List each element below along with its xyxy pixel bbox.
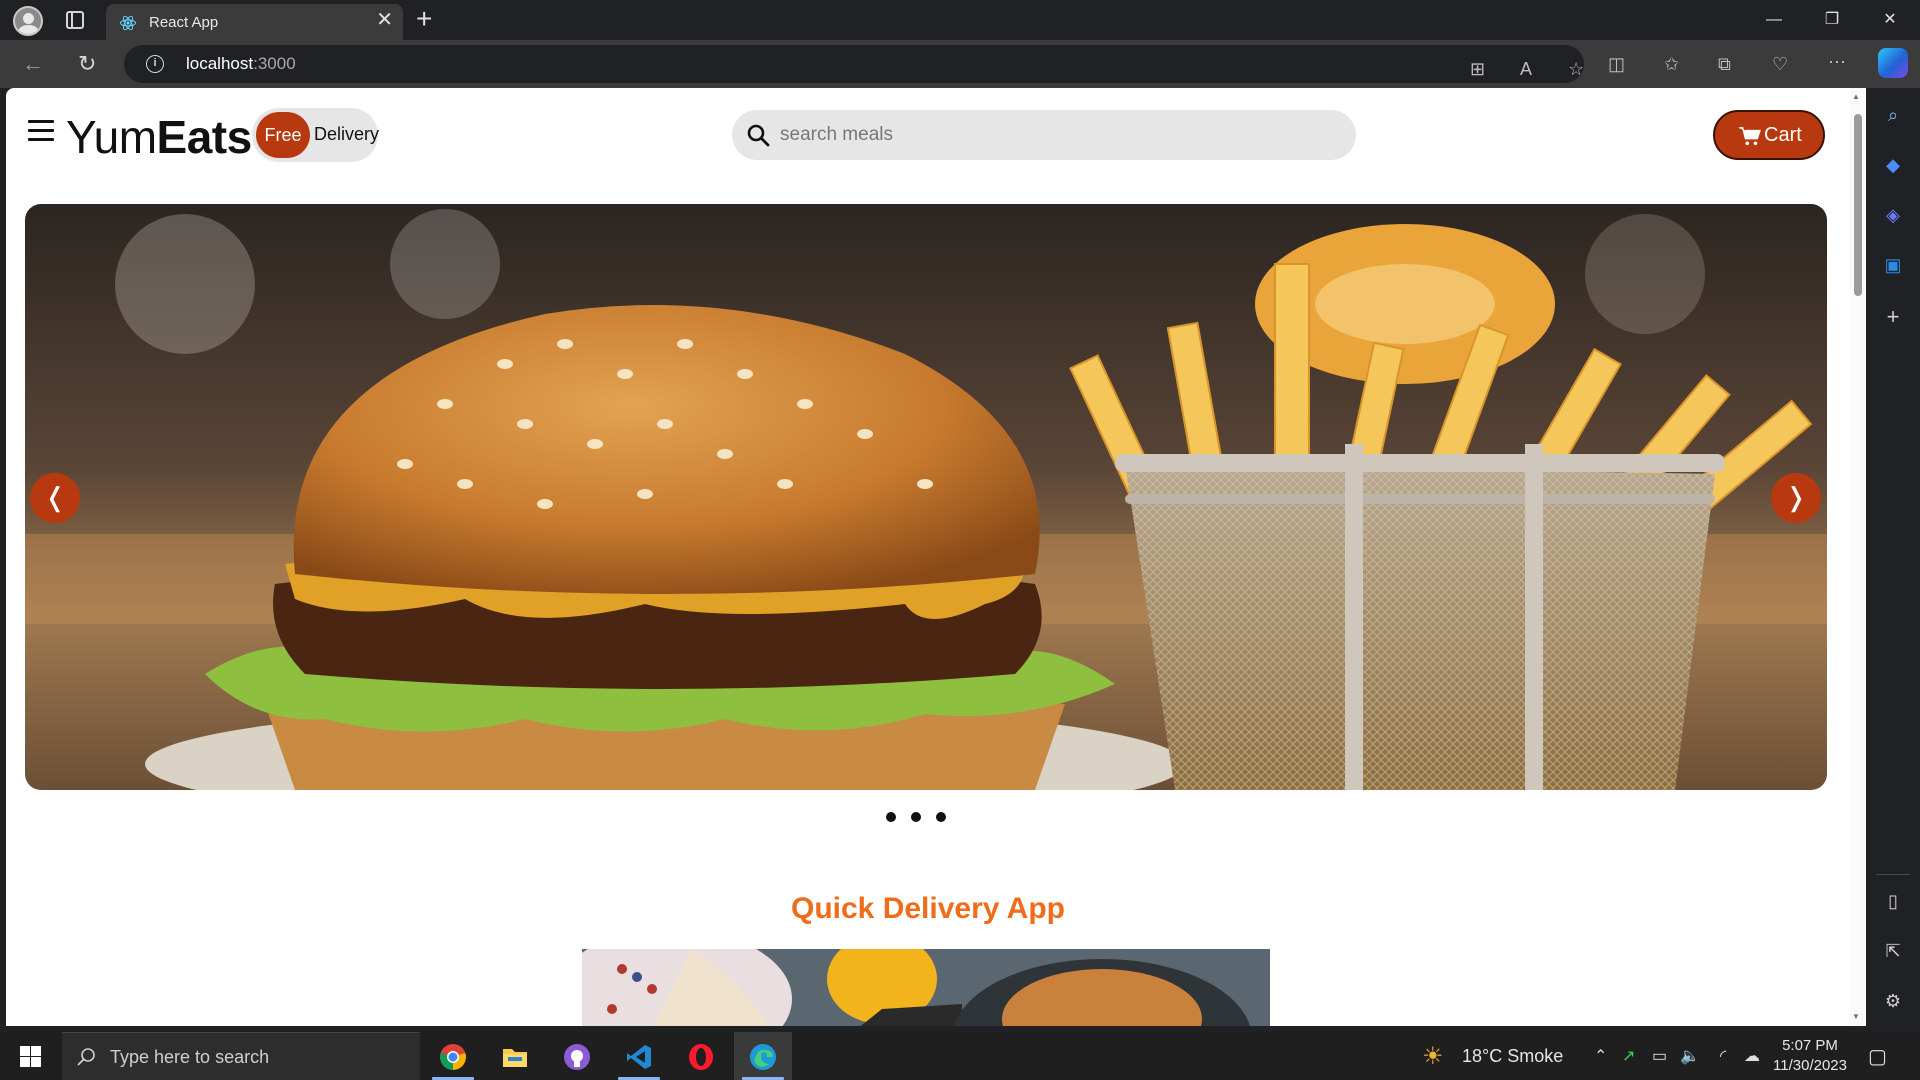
- hide-sidebar-icon[interactable]: ▯: [1882, 890, 1904, 912]
- external-link-icon[interactable]: ⇱: [1882, 940, 1904, 962]
- scroll-down-icon[interactable]: ▼: [1852, 1012, 1860, 1021]
- site-navbar: YumEats Free Delivery Cart: [6, 88, 1850, 178]
- sidebar-divider: [1876, 874, 1910, 875]
- outlook-icon[interactable]: ▣: [1882, 254, 1904, 276]
- cart-icon: [1739, 127, 1761, 146]
- taskbar-search[interactable]: Type here to search: [62, 1032, 420, 1080]
- url-text[interactable]: localhost:3000: [186, 54, 296, 74]
- taskbar-app-vscode[interactable]: [610, 1032, 668, 1080]
- promo-food-image: [582, 949, 1270, 1026]
- taskbar-clock[interactable]: 5:07 PM 11/30/2023: [1770, 1036, 1850, 1076]
- opera-icon: [689, 1044, 713, 1070]
- read-aloud-icon[interactable]: A: [1520, 57, 1532, 81]
- taskbar-app-github[interactable]: [548, 1032, 606, 1080]
- taskbar-app-file-explorer[interactable]: [486, 1032, 544, 1080]
- free-badge: Free: [256, 112, 310, 158]
- carousel-dot[interactable]: [911, 812, 921, 822]
- react-icon: [120, 15, 136, 31]
- github-desktop-icon: [564, 1044, 590, 1070]
- volume-icon[interactable]: 🔈: [1680, 1046, 1700, 1066]
- restore-button[interactable]: ❐: [1804, 0, 1860, 40]
- browser-tab[interactable]: React App ✕: [106, 4, 403, 40]
- clock-date: 11/30/2023: [1773, 1057, 1847, 1074]
- burger-fries-hero-image: [25, 204, 1827, 790]
- copilot-sidebar-icon[interactable]: ◈: [1882, 204, 1904, 226]
- address-toolbar: ← ↻ i localhost:3000 ⊞ A ☆ ◫ ✩ ⧉ ♡ ⋯: [0, 40, 1920, 88]
- carousel-dot[interactable]: [886, 812, 896, 822]
- favorites-icon[interactable]: ✩: [1664, 52, 1679, 76]
- search-icon: [747, 124, 770, 147]
- sidebar-settings-icon[interactable]: ⚙: [1882, 990, 1904, 1012]
- brand-light: Yum: [66, 111, 157, 163]
- carousel-next-button[interactable]: ❭: [1771, 473, 1821, 523]
- chrome-icon: [440, 1044, 466, 1070]
- notifications-icon[interactable]: ▢: [1868, 1044, 1887, 1069]
- page-viewport: YumEats Free Delivery Cart: [6, 88, 1866, 1026]
- weather-text[interactable]: 18°C Smoke: [1462, 1046, 1563, 1067]
- file-explorer-icon: [503, 1049, 527, 1067]
- brand-bold: Eats: [156, 111, 253, 163]
- taskbar-app-edge[interactable]: [734, 1032, 792, 1080]
- profile-avatar-icon[interactable]: [13, 6, 43, 36]
- site-info-icon[interactable]: i: [146, 55, 164, 73]
- app-available-icon[interactable]: ⊞: [1470, 57, 1485, 81]
- favorite-star-icon[interactable]: ☆: [1568, 57, 1584, 81]
- copilot-icon[interactable]: [1878, 48, 1908, 78]
- url-host: localhost: [186, 54, 254, 73]
- clock-time: 5:07 PM: [1782, 1037, 1838, 1054]
- hamburger-menu-icon[interactable]: [28, 120, 54, 142]
- browser-essentials-icon[interactable]: ♡: [1772, 52, 1788, 76]
- tray-trend-icon[interactable]: ↗: [1622, 1046, 1635, 1066]
- delivery-label: Delivery: [314, 124, 380, 144]
- close-window-button[interactable]: ✕: [1862, 0, 1918, 40]
- windows-taskbar: Type here to search ☀ 18°C Smoke ⌃ ↗ ▭ 🔈…: [0, 1032, 1920, 1080]
- reload-button[interactable]: ↻: [78, 50, 96, 78]
- edge-sidebar: ⌕ ◆ ◈ ▣ + ▯ ⇱ ⚙: [1866, 88, 1920, 1026]
- battery-icon[interactable]: ▭: [1652, 1046, 1667, 1066]
- scroll-thumb[interactable]: [1854, 114, 1862, 296]
- browser-tab-bar: React App ✕ + — ❐ ✕: [0, 0, 1920, 40]
- shopping-tag-icon[interactable]: ◆: [1882, 154, 1904, 176]
- workspaces-icon[interactable]: [66, 11, 84, 29]
- tab-close-icon[interactable]: ✕: [376, 10, 393, 30]
- carousel-indicators: [886, 810, 986, 824]
- split-screen-icon[interactable]: ◫: [1608, 52, 1625, 76]
- brand-logo[interactable]: YumEats: [66, 112, 252, 162]
- address-bar[interactable]: i localhost:3000 ⊞ A ☆: [124, 45, 1584, 83]
- search-input[interactable]: [780, 110, 1340, 160]
- search-bar[interactable]: [732, 110, 1356, 160]
- taskbar-search-icon: [77, 1048, 95, 1066]
- section-title: Quick Delivery App: [791, 892, 1065, 925]
- vscode-icon: [627, 1045, 651, 1069]
- taskbar-search-placeholder: Type here to search: [110, 1047, 270, 1067]
- add-sidebar-app-icon[interactable]: +: [1882, 306, 1904, 328]
- more-options-icon[interactable]: ⋯: [1828, 50, 1846, 74]
- edge-icon: [750, 1044, 776, 1070]
- wifi-icon[interactable]: ◜: [1720, 1046, 1726, 1066]
- collections-icon[interactable]: ⧉: [1718, 52, 1731, 76]
- windows-start-icon[interactable]: [20, 1046, 41, 1067]
- scroll-up-icon[interactable]: ▲: [1852, 92, 1860, 101]
- cart-button[interactable]: Cart: [1713, 110, 1825, 160]
- carousel-prev-button[interactable]: ❬: [30, 473, 80, 523]
- onedrive-icon[interactable]: ☁: [1744, 1046, 1760, 1066]
- taskbar-app-opera[interactable]: [672, 1032, 730, 1080]
- weather-icon[interactable]: ☀: [1422, 1042, 1444, 1071]
- new-tab-button[interactable]: +: [416, 4, 432, 34]
- carousel-dot[interactable]: [936, 812, 946, 822]
- free-delivery-toggle[interactable]: Free Delivery: [252, 108, 380, 162]
- hero-carousel[interactable]: ❬ ❭: [25, 204, 1827, 790]
- show-hidden-icons-icon[interactable]: ⌃: [1594, 1046, 1607, 1066]
- tab-title: React App: [149, 14, 219, 31]
- sidebar-search-icon[interactable]: ⌕: [1882, 104, 1904, 126]
- page-scrollbar[interactable]: ▲ ▼: [1850, 88, 1866, 1026]
- url-port: :3000: [253, 54, 296, 73]
- back-button[interactable]: ←: [22, 50, 44, 78]
- taskbar-app-chrome[interactable]: [424, 1032, 482, 1080]
- minimize-button[interactable]: —: [1746, 0, 1802, 40]
- cart-label: Cart: [1764, 124, 1802, 146]
